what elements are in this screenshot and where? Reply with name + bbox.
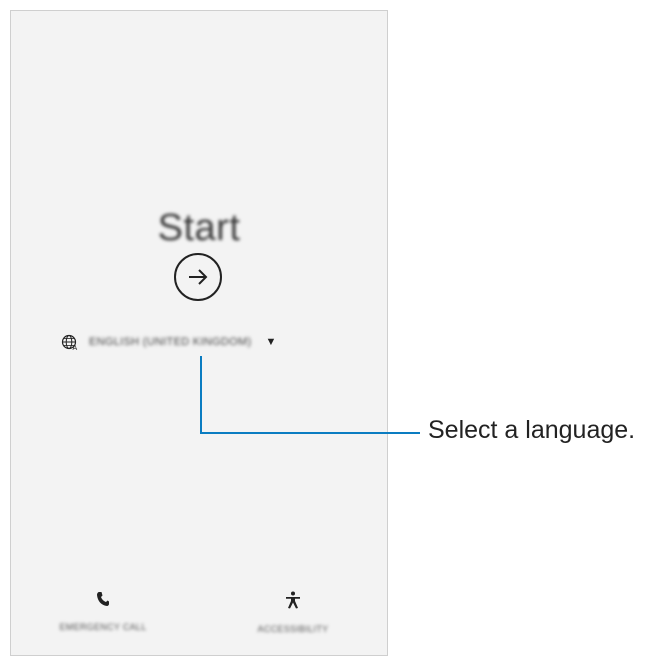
callout-text: Select a language. [428, 416, 636, 444]
callout-leader-line [200, 356, 420, 434]
